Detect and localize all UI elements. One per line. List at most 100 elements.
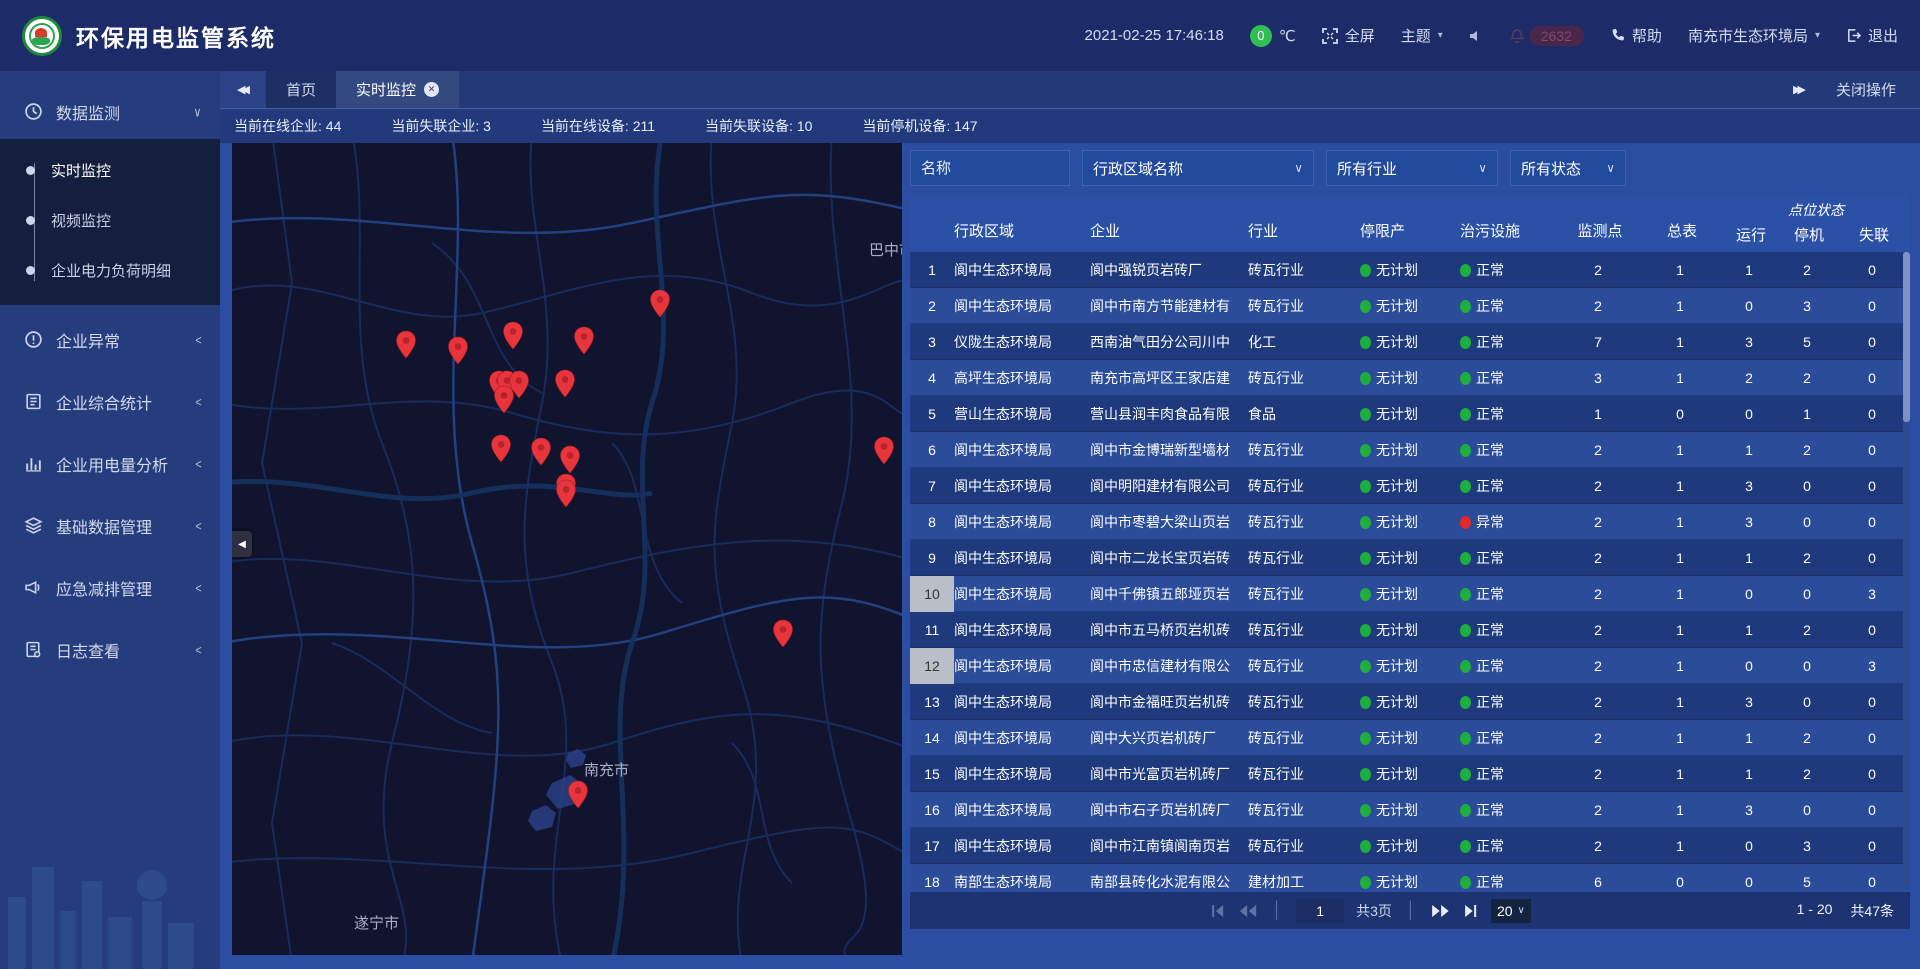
notifications-button[interactable]: 2632	[1509, 26, 1584, 46]
sidebar-item-0[interactable]: 数据监测∨	[0, 85, 220, 139]
tabs-scroll-left-button[interactable]: ◀◀	[220, 71, 266, 108]
status-filter-select[interactable]: 所有状态 ∨	[1510, 150, 1626, 186]
region-filter-select[interactable]: 行政区域名称 ∨	[1082, 150, 1314, 186]
industry-cell: 砖瓦行业	[1248, 476, 1360, 496]
industry-cell: 砖瓦行业	[1248, 800, 1360, 820]
name-filter-field[interactable]	[910, 150, 1070, 186]
speaker-icon	[1469, 29, 1483, 43]
industry-cell: 砖瓦行业	[1248, 440, 1360, 460]
region-cell: 南部生态环境局	[954, 872, 1090, 890]
status-dot-icon	[1460, 624, 1471, 637]
sidebar-item-1[interactable]: 企业异常<	[0, 313, 220, 367]
theme-dropdown[interactable]: 主题▾	[1401, 25, 1443, 46]
close-tab-icon[interactable]: ✕	[424, 82, 439, 97]
table-scrollbar[interactable]	[1903, 252, 1910, 890]
plan-status-cell: 无计划	[1360, 872, 1460, 890]
page-number-input[interactable]	[1296, 899, 1344, 923]
running-cell: 1	[1722, 442, 1780, 458]
fullscreen-button[interactable]: 全屏	[1322, 25, 1375, 46]
company-cell: 阆中明阳建材有限公司	[1090, 476, 1248, 496]
table-row[interactable]: 14阆中生态环境局阆中大兴页岩机砖厂砖瓦行业无计划正常21120	[910, 720, 1910, 756]
meters-cell: 1	[1642, 370, 1722, 386]
region-cell: 阆中生态环境局	[954, 764, 1090, 784]
sidebar-subitem-0[interactable]: 实时监控	[0, 145, 220, 195]
prev-page-button[interactable]	[1238, 904, 1258, 918]
table-row[interactable]: 7阆中生态环境局阆中明阳建材有限公司砖瓦行业无计划正常21300	[910, 468, 1910, 504]
company-cell: 西南油气田分公司川中	[1090, 332, 1248, 352]
next-page-button[interactable]	[1430, 904, 1450, 918]
table-row[interactable]: 1阆中生态环境局阆中强锐页岩砖厂砖瓦行业无计划正常21120	[910, 252, 1910, 288]
running-cell: 3	[1722, 478, 1780, 494]
help-button[interactable]: 帮助	[1610, 25, 1662, 46]
region-cell: 阆中生态环境局	[954, 584, 1090, 604]
sidebar-item-3[interactable]: 企业用电量分析<	[0, 437, 220, 491]
logout-button[interactable]: 退出	[1846, 25, 1898, 46]
double-left-icon	[1238, 904, 1258, 918]
status-dot-icon	[1460, 840, 1471, 853]
running-cell: 0	[1722, 586, 1780, 602]
table-row[interactable]: 16阆中生态环境局阆中市石子页岩机砖厂砖瓦行业无计划正常21300	[910, 792, 1910, 828]
tabs-scroll-right-button[interactable]: ◀◀	[1794, 83, 1806, 96]
running-cell: 1	[1722, 622, 1780, 638]
sidebar-item-label: 企业综合统计	[56, 390, 195, 414]
status-dot-icon	[1360, 408, 1371, 421]
table-row[interactable]: 3仪陇生态环境局西南油气田分公司川中化工无计划正常71350	[910, 324, 1910, 360]
industry-cell: 砖瓦行业	[1248, 368, 1360, 388]
point-status-group-header: 点位状态运行停机失联	[1722, 194, 1910, 252]
sidebar-subitem-2[interactable]: 企业电力负荷明细	[0, 245, 220, 295]
table-row[interactable]: 9阆中生态环境局阆中市二龙长宝页岩砖砖瓦行业无计划正常21120	[910, 540, 1910, 576]
scrollbar-thumb[interactable]	[1903, 252, 1910, 422]
table-row[interactable]: 6阆中生态环境局阆中市金博瑞新型墙材砖瓦行业无计划正常21120	[910, 432, 1910, 468]
meters-cell: 1	[1642, 694, 1722, 710]
sound-button[interactable]	[1469, 29, 1483, 43]
map[interactable]: 巴中市南充市遂宁市	[232, 143, 902, 955]
industry-cell: 砖瓦行业	[1248, 764, 1360, 784]
tab-home[interactable]: 首页	[266, 71, 336, 108]
monitor-points-cell: 2	[1558, 586, 1642, 602]
sidebar-item-6[interactable]: 日志查看<	[0, 623, 220, 677]
table-row[interactable]: 2阆中生态环境局阆中市南方节能建材有砖瓦行业无计划正常21030	[910, 288, 1910, 324]
table-row[interactable]: 13阆中生态环境局阆中市金福旺页岩机砖砖瓦行业无计划正常21300	[910, 684, 1910, 720]
sidebar-item-2[interactable]: 企业综合统计<	[0, 375, 220, 429]
tab-realtime-monitor[interactable]: 实时监控 ✕	[336, 71, 459, 108]
filter-bar: 行政区域名称 ∨ 所有行业 ∨ 所有状态 ∨	[910, 150, 1910, 186]
table-row[interactable]: 18南部生态环境局南部县砖化水泥有限公建材加工无计划正常60050	[910, 864, 1910, 890]
status-dot-icon	[1360, 372, 1371, 385]
sidebar-subitem-1[interactable]: 视频监控	[0, 195, 220, 245]
disconnected-cell: 0	[1838, 334, 1910, 350]
facility-status-cell: 正常	[1460, 764, 1558, 784]
monitor-points-cell: 2	[1558, 298, 1642, 314]
sidebar-item-4[interactable]: 基础数据管理<	[0, 499, 220, 553]
company-cell: 南部县砖化水泥有限公	[1090, 872, 1248, 890]
table-row[interactable]: 10阆中生态环境局阆中千佛镇五郎垭页岩砖瓦行业无计划正常21003	[910, 576, 1910, 612]
first-page-button[interactable]	[1209, 904, 1226, 918]
industry-cell: 食品	[1248, 404, 1360, 424]
company-cell: 阆中市枣碧大梁山页岩	[1090, 512, 1248, 532]
table-row[interactable]: 15阆中生态环境局阆中市光富页岩机砖厂砖瓦行业无计划正常21120	[910, 756, 1910, 792]
industry-filter-select[interactable]: 所有行业 ∨	[1326, 150, 1498, 186]
sidebar-item-5[interactable]: 应急减排管理<	[0, 561, 220, 615]
company-cell: 阆中千佛镇五郎垭页岩	[1090, 584, 1248, 604]
table-row[interactable]: 4高坪生态环境局南充市高坪区王家店建砖瓦行业无计划正常31220	[910, 360, 1910, 396]
sidebar-collapse-handle[interactable]: ◀	[232, 531, 252, 557]
table-row[interactable]: 12阆中生态环境局阆中市忠信建材有限公砖瓦行业无计划正常21003	[910, 648, 1910, 684]
close-operations-button[interactable]: 关闭操作	[1836, 79, 1896, 100]
monitor-points-cell: 2	[1558, 262, 1642, 278]
facility-status-cell: 正常	[1460, 692, 1558, 712]
table-row[interactable]: 8阆中生态环境局阆中市枣碧大梁山页岩砖瓦行业无计划异常21300	[910, 504, 1910, 540]
running-cell: 1	[1722, 766, 1780, 782]
org-dropdown[interactable]: 南充市生态环境局▾	[1688, 25, 1820, 46]
meters-cell: 1	[1642, 550, 1722, 566]
page-size-select[interactable]: 20 ∨	[1491, 899, 1531, 923]
bullet-icon	[26, 266, 35, 275]
table-row[interactable]: 11阆中生态环境局阆中市五马桥页岩机砖砖瓦行业无计划正常21120	[910, 612, 1910, 648]
facility-status-cell: 正常	[1460, 728, 1558, 748]
company-cell: 阆中市光富页岩机砖厂	[1090, 764, 1248, 784]
plan-status-cell: 无计划	[1360, 440, 1460, 460]
table-row[interactable]: 5营山生态环境局营山县润丰肉食品有限食品无计划正常10010	[910, 396, 1910, 432]
last-page-button[interactable]	[1462, 904, 1479, 918]
name-filter-input[interactable]	[921, 160, 1059, 177]
table-row[interactable]: 17阆中生态环境局阆中市江南镇阆南页岩砖瓦行业无计划正常21030	[910, 828, 1910, 864]
monitor-points-cell: 2	[1558, 442, 1642, 458]
map-panel[interactable]: 巴中市南充市遂宁市 ◀	[232, 143, 902, 955]
